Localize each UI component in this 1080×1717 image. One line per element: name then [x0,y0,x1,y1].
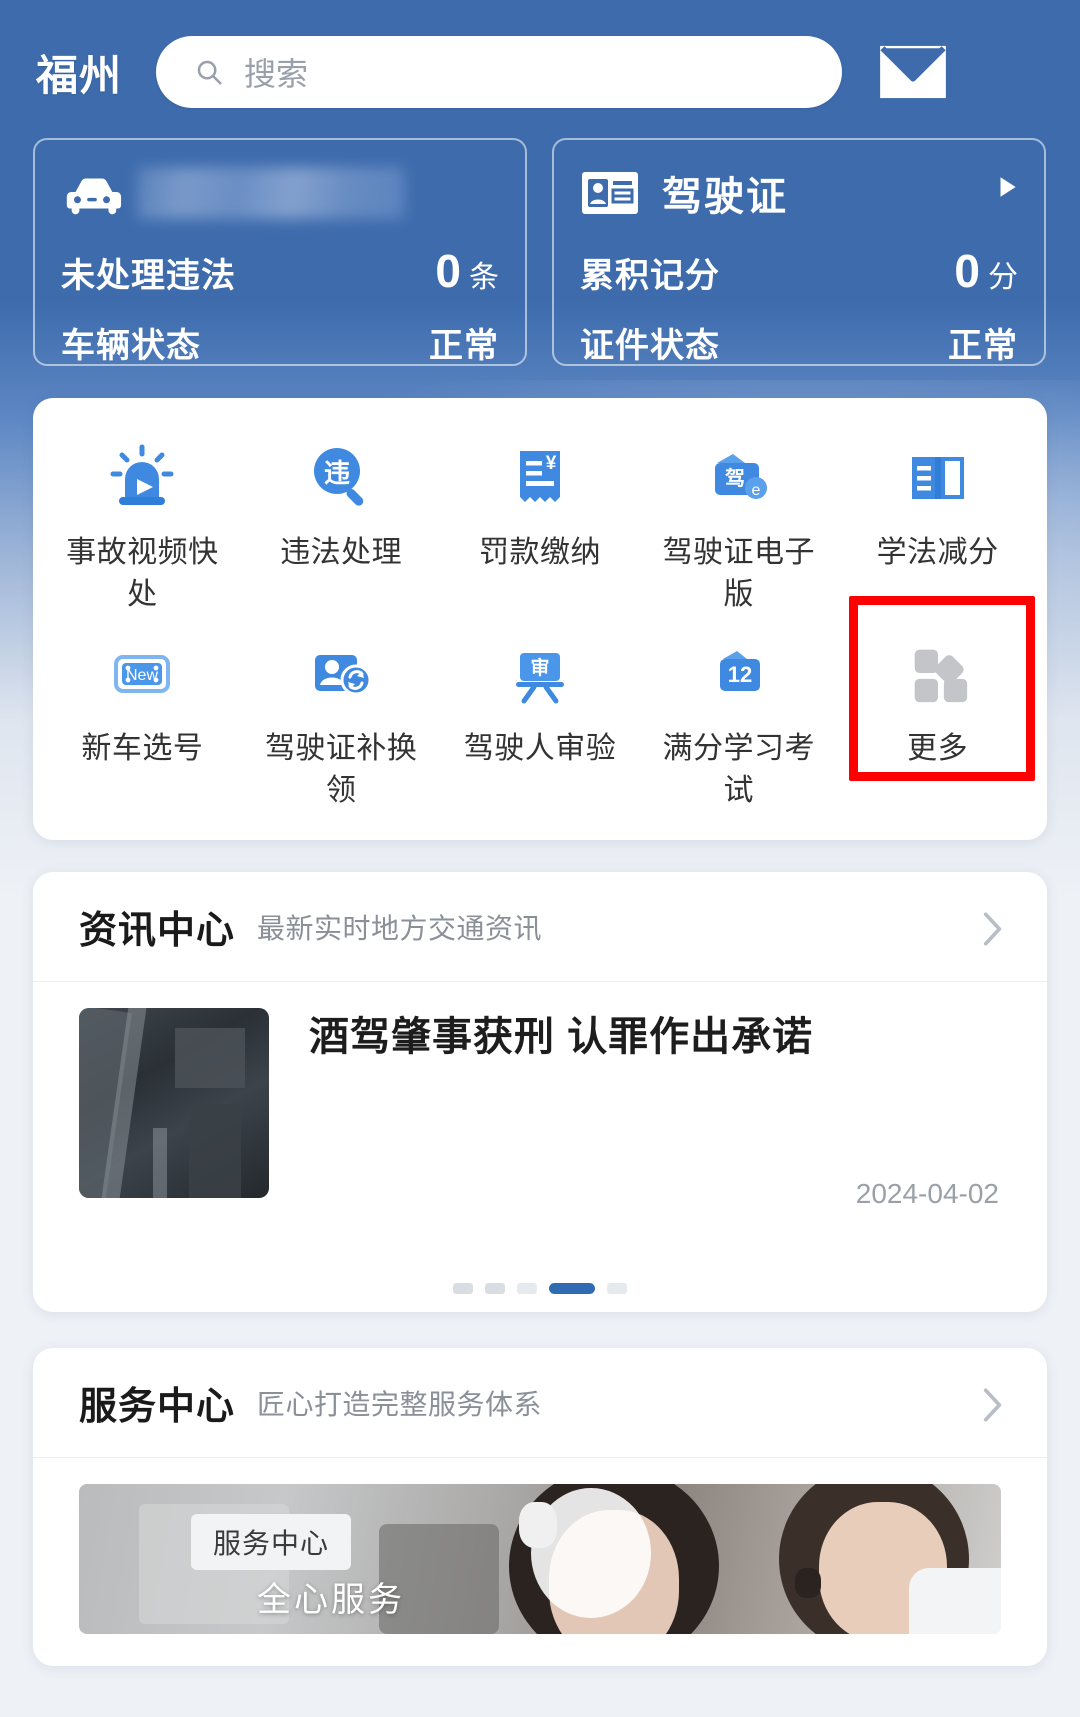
news-item-body: 酒驾肇事获刑 认罪作出承诺 2024-04-02 [269,1008,1001,1232]
license-points-unit: 分 [988,261,1018,294]
news-center-subtitle: 最新实时地方交通资讯 [257,912,543,944]
service-banner-caption: 全心服务 [257,1581,405,1619]
inspection-board-icon: 审 [504,636,576,710]
pagination-dot-active[interactable] [549,1283,595,1294]
license-points-label: 累积记分 [580,257,720,295]
quick-actions-row-2: New 新车选号 驾驶证补换领 审 驾驶人审验 12 满分学习考试 更多 [43,596,1037,812]
status-cards: 未处理违法 0条 车辆状态 正常 驾驶证 累积记分 0 分 证件状态 正常 [33,138,1047,366]
app-screen: 福州 搜索 未处理违法 0 条 车辆状态 正常 驾驶证 累积记分 0 分 证件状… [0,0,1080,1717]
svg-text:审: 审 [530,656,549,679]
news-center-title: 资讯中心 [79,910,236,952]
vehicle-violations-row: 未处理违法 0条 [61,244,499,298]
vehicle-violations-value: 0条 [435,244,499,298]
e-license-wallet-icon: 驾 e [703,440,775,514]
search-icon [194,57,224,87]
message-button[interactable] [876,43,950,101]
quick-action-label: 事故视频快处 [66,536,219,611]
news-thumbnail [79,1008,269,1198]
pagination-dot[interactable] [453,1283,473,1294]
license-points-row: 累积记分 0分 [580,244,1018,298]
license-card-header: 驾驶证 [580,162,1018,224]
svg-text:违: 违 [324,458,350,488]
siren-video-icon [106,440,178,514]
quick-action-label: 驾驶人审验 [463,732,617,765]
search-placeholder: 搜索 [244,56,309,92]
driver-license-card[interactable]: 驾驶证 累积记分 0分 证件状态 正常 [552,138,1046,366]
quick-action-label: 违法处理 [280,536,403,569]
license-card-title: 驾驶证 [662,175,788,219]
quick-actions-panel: 事故视频快处 违 违法处理 ¥ 罚款缴纳 驾 e 驾驶证电子版 学法减分 New… [33,398,1047,840]
vehicle-state-row: 车辆状态 正常 [61,318,499,367]
license-points-value: 0分 [954,244,1018,298]
news-center-section: 资讯中心 最新实时地方交通资讯 酒驾肇事获刑 认罪作出承诺 2024-04-02 [33,872,1047,1312]
service-center-banner[interactable]: 服务中心 全心服务 [79,1484,1001,1634]
vehicle-violations-label: 未处理违法 [61,257,236,295]
service-center-title: 服务中心 [79,1386,236,1428]
quick-action-accident-video[interactable]: 事故视频快处 [43,440,242,616]
svg-text:¥: ¥ [546,453,557,474]
chevron-right-icon[interactable] [996,174,1018,205]
pagination-dot[interactable] [517,1283,537,1294]
news-center-header[interactable]: 资讯中心 最新实时地方交通资讯 [33,872,1047,982]
quick-action-label: 驾驶证补换领 [264,732,418,807]
license-state-label: 证件状态 [580,327,720,365]
service-banner-badge: 服务中心 [191,1514,352,1570]
service-center-section: 服务中心 匠心打造完整服务体系 服务中心 全心服务 [33,1348,1047,1666]
envelope-icon [880,45,946,99]
license-points-count: 0 [954,245,980,297]
pagination-dot[interactable] [485,1283,505,1294]
quick-action-new-plate[interactable]: New 新车选号 [43,616,242,812]
search-input[interactable]: 搜索 [156,36,842,108]
twelve-points-icon: 12 [703,636,775,710]
violation-search-icon: 违 [305,440,377,514]
service-center-subtitle: 匠心打造完整服务体系 [257,1388,543,1420]
quick-action-full-points-exam[interactable]: 12 满分学习考试 [639,616,838,812]
license-plate-redacted [137,167,405,219]
quick-action-label: 新车选号 [81,732,204,765]
new-plate-icon: New [106,636,178,710]
news-item-title: 酒驾肇事获刑 认罪作出承诺 [309,1015,814,1059]
vehicle-state-value: 正常 [429,327,499,365]
top-header: 福州 搜索 [0,28,1080,116]
city-selector[interactable]: 福州 [36,42,140,103]
quick-action-label: 更多 [907,732,969,765]
quick-action-violation-handling[interactable]: 违 违法处理 [242,440,441,616]
quick-action-more[interactable]: 更多 [838,596,1037,812]
grid-more-icon [903,636,973,710]
chevron-right-icon[interactable] [979,908,1005,955]
open-book-icon [902,440,974,514]
svg-text:驾: 驾 [725,466,745,490]
news-pagination[interactable] [33,1283,1047,1294]
news-item-date: 2024-04-02 [855,1178,999,1209]
id-card-icon [580,170,642,216]
quick-action-label: 罚款缴纳 [478,536,601,569]
svg-text:New: New [126,667,158,684]
person-renew-icon [305,636,377,710]
quick-action-label: 驾驶证电子版 [662,536,816,611]
service-center-header[interactable]: 服务中心 匠心打造完整服务体系 [33,1348,1047,1458]
quick-action-label: 满分学习考试 [662,732,816,807]
chevron-right-icon[interactable] [979,1384,1005,1431]
svg-text:e: e [751,482,760,499]
quick-action-fine-payment[interactable]: ¥ 罚款缴纳 [441,440,640,616]
svg-text:12: 12 [728,662,752,687]
vehicle-violations-unit: 条 [469,261,499,294]
quick-actions-row-1: 事故视频快处 违 违法处理 ¥ 罚款缴纳 驾 e 驾驶证电子版 学法减分 [43,440,1037,616]
receipt-yuan-icon: ¥ [504,440,576,514]
vehicle-card-header [61,162,499,224]
quick-action-study-points[interactable]: 学法减分 [838,440,1037,616]
quick-action-license-renewal[interactable]: 驾驶证补换领 [242,616,441,812]
car-icon [61,171,123,215]
license-state-row: 证件状态 正常 [580,318,1018,367]
quick-action-label: 学法减分 [876,536,999,569]
vehicle-status-card[interactable]: 未处理违法 0条 车辆状态 正常 [33,138,527,366]
news-list-item[interactable]: 酒驾肇事获刑 认罪作出承诺 2024-04-02 [33,982,1047,1232]
pagination-dot[interactable] [607,1283,627,1294]
vehicle-violations-count: 0 [435,245,461,297]
quick-action-driver-inspection[interactable]: 审 驾驶人审验 [441,616,640,812]
vehicle-state-label: 车辆状态 [61,327,201,365]
quick-action-e-license[interactable]: 驾 e 驾驶证电子版 [639,440,838,616]
license-state-value: 正常 [948,327,1018,365]
